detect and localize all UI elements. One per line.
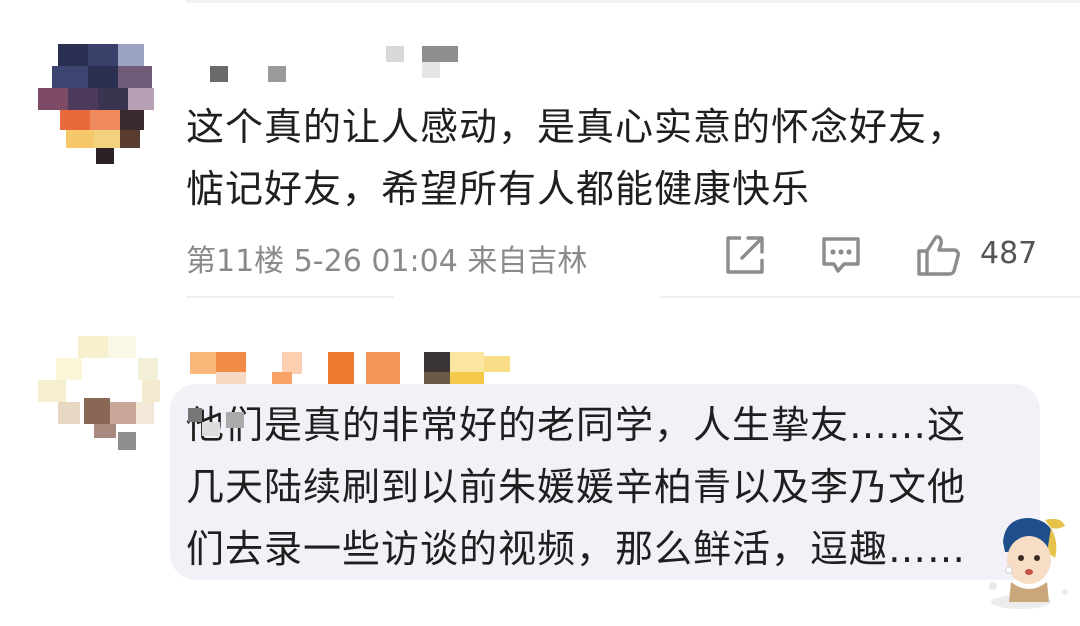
comment-line: 这个真的让人感动，是真心实意的怀念好友， xyxy=(186,105,967,149)
share-icon[interactable] xyxy=(722,232,768,278)
comment-line: 们去录一些访谈的视频，那么鲜活，逗趣…… xyxy=(186,527,967,571)
divider xyxy=(186,296,394,298)
top-divider xyxy=(186,0,1080,3)
divider xyxy=(660,296,1080,298)
username[interactable] xyxy=(210,44,470,84)
comment-meta-row: 第11楼 5-26 01:04 来自吉林 487 xyxy=(186,232,1056,279)
girl-with-pearl-earring-sticker xyxy=(989,518,1068,609)
comment-text: 这个真的让人感动，是真心实意的怀念好友， 惦记好友，希望所有人都能健康快乐 xyxy=(186,96,966,220)
floor-time-location: 第11楼 5-26 01:04 来自吉林 xyxy=(186,244,588,279)
censor-overlay xyxy=(188,408,298,444)
comment-line: 他们是真的非常好的老同学，人生挚友……这 xyxy=(186,403,967,447)
like-count: 487 xyxy=(980,236,1038,271)
reply-icon[interactable] xyxy=(818,232,864,278)
comment-line: 几天陆续刷到以前朱媛媛辛柏青以及李乃文他 xyxy=(186,465,967,509)
comment-line: 惦记好友，希望所有人都能健康快乐 xyxy=(186,167,811,211)
comment-text: 他们是真的非常好的老同学，人生挚友……这 几天陆续刷到以前朱媛媛辛柏青以及李乃文… xyxy=(186,394,966,580)
like-icon[interactable] xyxy=(914,232,962,278)
avatar[interactable] xyxy=(38,44,158,164)
avatar[interactable] xyxy=(38,336,160,452)
